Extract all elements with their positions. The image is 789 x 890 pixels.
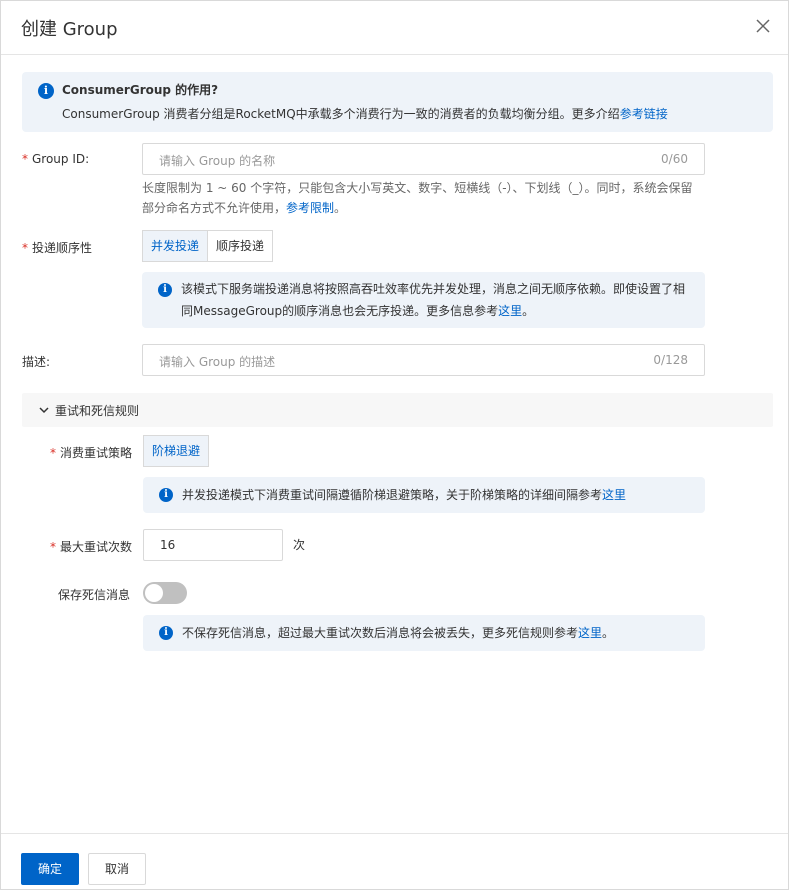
dead-letter-info-box: i 不保存死信消息，超过最大重试次数后消息将会被丢失，更多死信规则参考这里。 [143,615,705,651]
intro-info-box: i ConsumerGroup 的作用? ConsumerGroup 消费者分组… [22,72,773,132]
delivery-order-label-text: 投递顺序性 [32,241,93,255]
retry-section-header[interactable]: 重试和死信规则 [22,393,773,427]
delivery-order-selector: 并发投递 顺序投递 [142,230,274,262]
dead-letter-info-body: 不保存死信消息，超过最大重试次数后消息将会被丢失，更多死信规则参考 [182,626,579,640]
description-input[interactable]: 请输入 Group 的描述 0/128 [142,344,705,376]
required-mark: * [22,241,28,255]
description-label: 描述: [22,355,51,369]
intro-body-text: ConsumerGroup 消费者分组是RocketMQ中承载多个消费行为一致的… [62,107,620,121]
intro-body: ConsumerGroup 消费者分组是RocketMQ中承载多个消费行为一致的… [62,103,668,125]
dialog-header: 创建 Group [1,1,788,55]
dead-letter-info-end: 。 [602,626,615,640]
delivery-info-line1: 该模式下服务端投递消息将按照高吞吐效率优先并发处理，消息之间无顺序依赖。即使设置… [181,282,686,296]
group-id-help-end: 。 [334,201,347,215]
max-retry-unit: 次 [293,538,306,552]
info-icon: i [158,283,172,297]
delivery-info-end: 。 [522,304,535,318]
delivery-info-line2: 同MessageGroup的顺序消息也会无序投递。更多信息参考这里。 [181,300,685,322]
max-retry-input[interactable]: 16 [143,529,283,561]
retry-strategy-info-body: 并发投递模式下消费重试间隔遵循阶梯退避策略，关于阶梯策略的详细间隔参考 [182,488,603,502]
info-icon: i [159,626,173,640]
group-id-input[interactable]: 请输入 Group 的名称 0/60 [142,143,705,175]
retry-strategy-label-text: 消费重试策略 [60,446,133,460]
retry-strategy-info-box: i 并发投递模式下消费重试间隔遵循阶梯退避策略，关于阶梯策略的详细间隔参考这里 [143,477,705,513]
delivery-info-text: 该模式下服务端投递消息将按照高吞吐效率优先并发处理，消息之间无顺序依赖。即使设置… [181,278,685,322]
create-group-dialog: 创建 Group i ConsumerGroup 的作用? ConsumerGr… [0,0,789,890]
retry-strategy-info-link[interactable]: 这里 [602,488,626,502]
delivery-option-concurrent[interactable]: 并发投递 [142,230,209,262]
group-id-label: * Group ID: [22,152,89,166]
delivery-info-link[interactable]: 这里 [498,304,522,318]
info-icon: i [159,488,173,502]
dialog-title: 创建 Group [21,19,118,40]
group-id-help-line2-text: 部分命名方式不允许使用， [142,201,287,215]
delivery-option-ordered[interactable]: 顺序投递 [208,230,274,262]
close-icon[interactable] [752,15,774,37]
dead-letter-label: 保存死信消息 [58,588,131,602]
delivery-info-box: i 该模式下服务端投递消息将按照高吞吐效率优先并发处理，消息之间无顺序依赖。即使… [142,272,705,328]
toggle-knob [145,584,163,602]
description-placeholder: 请输入 Group 的描述 [159,355,276,369]
retry-section-title: 重试和死信规则 [55,404,140,418]
retry-strategy-label: * 消费重试策略 [50,444,132,461]
intro-reference-link[interactable]: 参考链接 [620,107,668,121]
confirm-button[interactable]: 确定 [21,853,79,885]
description-counter: 0/128 [653,353,688,367]
retry-strategy-info-text: 并发投递模式下消费重试间隔遵循阶梯退避策略，关于阶梯策略的详细间隔参考这里 [182,484,626,506]
delivery-order-label: * 投递顺序性 [22,239,92,256]
info-icon: i [38,83,54,99]
group-id-counter: 0/60 [661,152,688,166]
intro-title: ConsumerGroup 的作用? [62,83,219,97]
max-retry-label: * 最大重试次数 [50,538,132,555]
chevron-down-icon [38,404,50,416]
required-mark: * [22,152,28,166]
group-id-placeholder: 请输入 Group 的名称 [159,154,276,168]
naming-limits-link[interactable]: 参考限制 [286,201,334,215]
dead-letter-info-text: 不保存死信消息，超过最大重试次数后消息将会被丢失，更多死信规则参考这里。 [182,622,614,644]
dead-letter-info-link[interactable]: 这里 [578,626,602,640]
dead-letter-toggle[interactable] [143,582,187,604]
dialog-footer: 确定 取消 [1,833,788,889]
required-mark: * [50,446,56,460]
group-id-label-text: Group ID: [32,152,90,166]
group-id-help-line2: 部分命名方式不允许使用，参考限制。 [142,198,712,218]
required-mark: * [50,540,56,554]
max-retry-value: 16 [160,538,176,552]
group-id-help: 长度限制为 1 ~ 60 个字符，只能包含大小写英文、数字、短横线（-）、下划线… [142,178,712,218]
group-id-help-line1: 长度限制为 1 ~ 60 个字符，只能包含大小写英文、数字、短横线（-）、下划线… [142,181,693,195]
max-retry-label-text: 最大重试次数 [60,540,133,554]
cancel-button[interactable]: 取消 [88,853,146,885]
retry-strategy-option-backoff[interactable]: 阶梯退避 [143,435,210,467]
delivery-info-line2-text: 同MessageGroup的顺序消息也会无序投递。更多信息参考 [181,304,499,318]
retry-strategy-selector: 阶梯退避 [143,435,210,467]
